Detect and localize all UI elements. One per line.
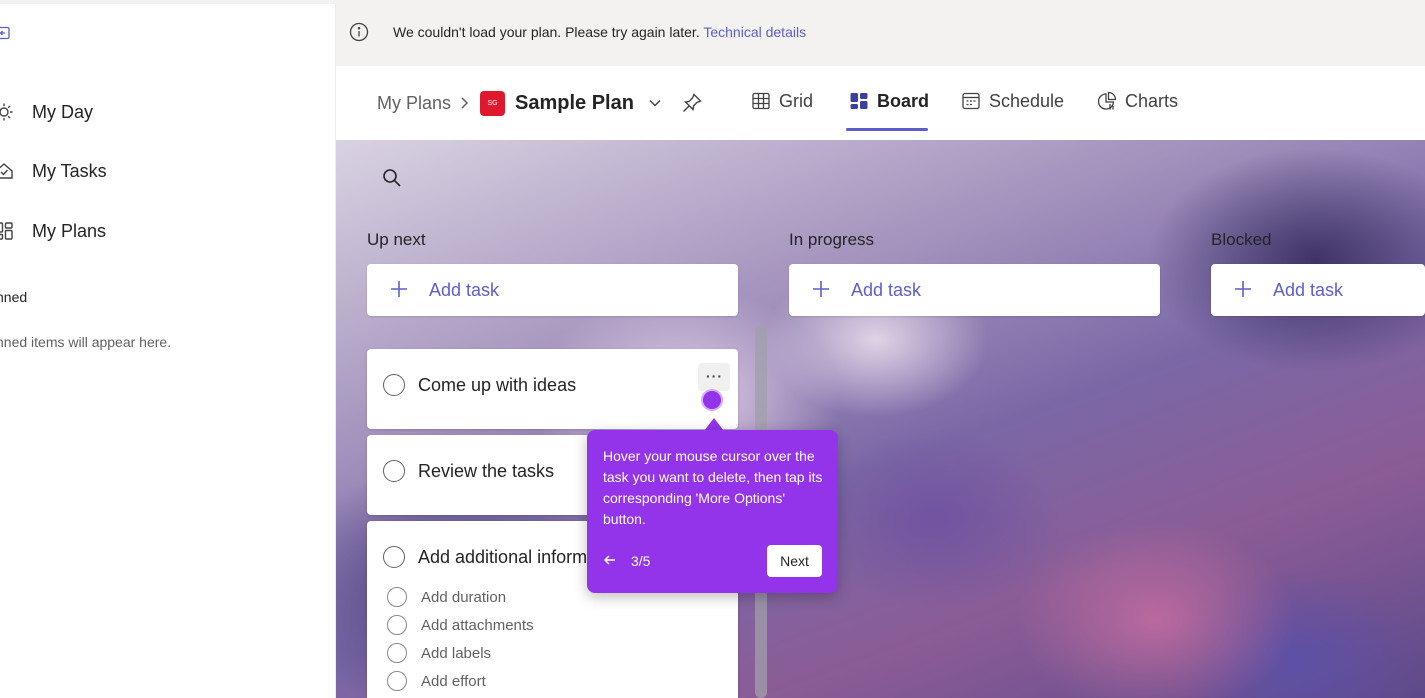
tab-charts[interactable]: Charts <box>1097 88 1197 132</box>
tab-label: Schedule <box>989 91 1065 111</box>
checklist-item-label: Add attachments <box>421 617 534 634</box>
sidebar-item-label: My Day <box>32 102 94 122</box>
plus-icon <box>1235 281 1251 297</box>
info-icon <box>349 22 369 42</box>
guide-tooltip: Hover your mouse cursor over the task yo… <box>587 430 838 593</box>
plan-title[interactable]: Sample Plan <box>515 92 634 115</box>
column-title-blocked: Blocked <box>1211 230 1272 249</box>
add-task-button-up-next[interactable]: Add task <box>367 264 738 316</box>
chevron-down-icon[interactable] <box>648 96 662 110</box>
search-icon[interactable] <box>382 168 402 188</box>
error-banner: We couldn't load your plan. Please try a… <box>336 0 1425 66</box>
task-complete-checkbox[interactable] <box>383 374 405 396</box>
calendar-icon <box>962 92 980 110</box>
checklist-item-label: Add effort <box>421 673 486 690</box>
arrow-left-icon[interactable] <box>603 553 617 567</box>
guide-hotspot <box>701 389 723 411</box>
checklist-item-label: Add labels <box>421 645 492 662</box>
tab-grid[interactable]: Grid <box>751 88 831 132</box>
main-content: We couldn't load your plan. Please try a… <box>336 0 1425 698</box>
add-task-button-in-progress[interactable]: Add task <box>789 264 1160 316</box>
active-tab-indicator <box>846 128 928 131</box>
add-task-label: Add task <box>429 280 500 300</box>
task-title: Add additional inform <box>418 547 588 567</box>
plus-icon <box>813 281 829 297</box>
task-card[interactable]: Come up with ideas <box>367 349 738 429</box>
tab-label: Charts <box>1125 91 1179 111</box>
tooltip-next-button[interactable]: Next <box>767 545 822 577</box>
tab-board[interactable]: Board <box>849 88 944 132</box>
task-title: Review the tasks <box>418 461 555 481</box>
more-options-button[interactable]: ··· <box>698 363 730 391</box>
chevron-right-icon <box>461 97 469 109</box>
tooltip-text: Hover your mouse cursor over the task yo… <box>603 448 823 527</box>
pinned-empty-message: nned items will appear here. <box>0 334 172 350</box>
board-icon <box>850 93 868 109</box>
checklist-checkbox[interactable] <box>387 615 407 635</box>
more-options-icon: ··· <box>706 368 723 384</box>
tab-label: Board <box>877 91 930 111</box>
tab-schedule[interactable]: Schedule <box>961 88 1076 132</box>
sidebar-item-my-day[interactable]: My Day <box>0 94 200 130</box>
column-title-in-progress: In progress <box>789 230 875 249</box>
grid-icon <box>752 92 770 110</box>
sidebar-item-label: My Tasks <box>32 161 107 181</box>
tab-label: Grid <box>779 91 814 111</box>
sidebar: My Day My Tasks My Plans nned nned items… <box>0 0 336 698</box>
breadcrumb-my-plans[interactable]: My Plans <box>377 93 451 114</box>
sun-icon <box>0 103 13 121</box>
plans-grid-icon <box>0 222 13 240</box>
banner-message: We couldn't load your plan. Please try a… <box>393 24 806 40</box>
task-complete-checkbox[interactable] <box>383 546 405 568</box>
pin-icon[interactable] <box>681 92 703 114</box>
checklist-checkbox[interactable] <box>387 587 407 607</box>
sidebar-item-my-plans[interactable]: My Plans <box>0 213 200 249</box>
plan-avatar: SG <box>480 91 505 116</box>
checklist-checkbox[interactable] <box>387 643 407 663</box>
sidebar-top-divider <box>0 0 336 4</box>
collapse-sidebar-icon[interactable] <box>0 26 10 40</box>
banner-message-text: We couldn't load your plan. Please try a… <box>393 24 700 40</box>
chart-icon <box>1097 91 1117 110</box>
sidebar-item-my-tasks[interactable]: My Tasks <box>0 153 200 189</box>
plus-icon <box>391 281 407 297</box>
pinned-section-title: nned <box>0 289 28 305</box>
task-complete-checkbox[interactable] <box>383 460 405 482</box>
tooltip-step-counter: 3/5 <box>631 553 651 569</box>
add-task-button-blocked[interactable]: Add task <box>1211 264 1425 316</box>
add-task-label: Add task <box>851 280 922 300</box>
column-title-up-next: Up next <box>367 230 426 249</box>
technical-details-link[interactable]: Technical details <box>703 24 806 40</box>
tasks-icon <box>0 163 13 179</box>
task-title: Come up with ideas <box>418 375 577 395</box>
add-task-label: Add task <box>1273 280 1344 300</box>
checklist-item-label: Add duration <box>421 589 507 606</box>
sidebar-item-label: My Plans <box>32 221 107 241</box>
checklist-checkbox[interactable] <box>387 671 407 691</box>
